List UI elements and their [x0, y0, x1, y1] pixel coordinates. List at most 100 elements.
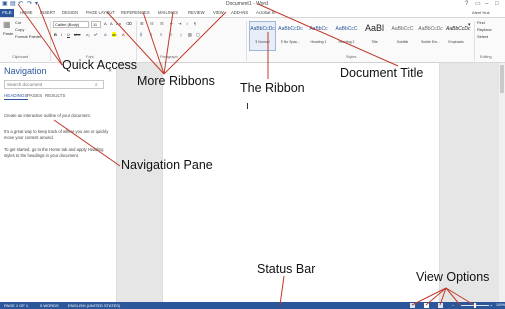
- print-layout-icon[interactable]: [424, 303, 429, 308]
- increase-indent-icon[interactable]: ⇥: [178, 21, 181, 26]
- align-right-icon[interactable]: ≡: [160, 32, 162, 37]
- ribbon-display-options-icon[interactable]: ▭: [475, 0, 481, 8]
- read-mode-icon[interactable]: [410, 303, 415, 308]
- vertical-scrollbar[interactable]: [499, 63, 505, 302]
- bold-icon[interactable]: B: [54, 32, 57, 37]
- help-button[interactable]: ?: [465, 0, 468, 8]
- tab-references[interactable]: REFERENCES: [121, 9, 150, 17]
- paste-icon[interactable]: ▦: [3, 20, 11, 29]
- subscript-icon[interactable]: x₂: [86, 32, 90, 37]
- shading-icon[interactable]: ▨: [188, 32, 192, 37]
- tab-page-layout[interactable]: PAGE LAYOUT: [86, 9, 115, 17]
- styles-more-icon[interactable]: ▾: [468, 23, 471, 28]
- annotation-more-ribbons: More Ribbons: [137, 74, 215, 88]
- sort-icon[interactable]: ↕: [186, 21, 188, 26]
- style-no-spacing[interactable]: AaBbCcDc ¶ No Spac...: [277, 21, 304, 51]
- italic-icon[interactable]: I: [61, 32, 62, 37]
- tab-insert[interactable]: INSERT: [40, 9, 55, 17]
- select-button[interactable]: Select: [477, 34, 488, 39]
- tab-results[interactable]: RESULTS: [45, 93, 65, 99]
- multilevel-list-icon[interactable]: ☶: [160, 21, 164, 26]
- style-subtitle[interactable]: AaBbCcC Subtitle: [389, 21, 416, 51]
- style-title[interactable]: AaBl Title: [361, 21, 388, 51]
- find-button[interactable]: Find: [477, 20, 485, 25]
- line-spacing-icon[interactable]: ↨: [180, 32, 182, 37]
- ribbon: ▦ Paste Cut Copy Format Painter Clipboar…: [0, 17, 505, 63]
- clear-formatting-icon[interactable]: ⌫: [126, 21, 132, 26]
- align-center-icon[interactable]: ≡: [150, 32, 152, 37]
- decrease-indent-icon[interactable]: ⇤: [170, 21, 173, 26]
- font-color-icon[interactable]: A: [122, 32, 125, 37]
- style-heading-1[interactable]: AaBbCc Heading 1: [305, 21, 332, 51]
- font-size-select[interactable]: 11: [91, 21, 101, 28]
- style-name: Heading 1: [310, 40, 327, 44]
- cut-button[interactable]: Cut: [15, 20, 21, 25]
- tab-view[interactable]: VIEW: [213, 9, 224, 17]
- strikethrough-icon[interactable]: abc: [74, 32, 80, 37]
- editing-group-label: Editing: [480, 55, 492, 59]
- borders-icon[interactable]: ▢: [196, 32, 200, 37]
- tab-headings[interactable]: HEADINGS: [4, 93, 28, 100]
- customize-quick-access-icon[interactable]: ▾: [35, 1, 38, 8]
- clipboard-group-label: Clipboard: [12, 55, 29, 59]
- tab-add-ins[interactable]: ADD-INS: [231, 9, 248, 17]
- underline-icon[interactable]: U: [67, 32, 70, 37]
- show-formatting-icon[interactable]: ¶: [194, 21, 196, 26]
- tab-file[interactable]: FILE: [0, 9, 14, 17]
- style-subtle-emphasis[interactable]: AaBbCcDc Subtle Em...: [417, 21, 444, 51]
- tab-acrobat[interactable]: Acrobat XI: [256, 9, 276, 17]
- style-name: Subtle Em...: [420, 40, 441, 44]
- highlight-icon[interactable]: ab: [112, 32, 117, 37]
- language-indicator[interactable]: ENGLISH (UNITED STATES): [68, 302, 120, 309]
- replace-button[interactable]: Replace: [477, 27, 492, 32]
- copy-button[interactable]: Copy: [15, 27, 24, 32]
- style-heading-2[interactable]: AaBbCcC Heading 2: [333, 21, 360, 51]
- numbering-icon[interactable]: ☷: [150, 21, 154, 26]
- tab-design[interactable]: DESIGN: [62, 9, 78, 17]
- style-preview: AaBbCcC: [335, 26, 358, 32]
- save-icon[interactable]: ▤: [10, 1, 16, 8]
- page-count[interactable]: PAGE 1 OF 1: [4, 302, 28, 309]
- nav-search-input[interactable]: Search document: [4, 80, 104, 89]
- paragraph-group-label: Paragraph: [160, 55, 178, 59]
- user-account[interactable]: Afeef Huk: [472, 9, 490, 17]
- style-normal[interactable]: AaBbCcDc ¶ Normal: [249, 21, 276, 51]
- text-effects-icon[interactable]: A: [104, 32, 107, 37]
- zoom-slider-knob[interactable]: [474, 303, 476, 308]
- shrink-font-icon[interactable]: A: [110, 21, 113, 26]
- text-cursor: [247, 103, 248, 109]
- tab-review[interactable]: REVIEW: [188, 9, 205, 17]
- scroll-thumb[interactable]: [500, 65, 504, 93]
- search-icon[interactable]: ⌕: [95, 82, 98, 88]
- zoom-in-button[interactable]: +: [490, 302, 492, 309]
- annotation-status-bar: Status Bar: [257, 262, 316, 276]
- nav-help-text: Create an interactive outline of your do…: [4, 113, 91, 118]
- restore-button[interactable]: □: [495, 0, 499, 8]
- change-case-icon[interactable]: Aa: [116, 21, 121, 26]
- tab-mailings[interactable]: MAILINGS: [158, 9, 178, 17]
- style-emphasis[interactable]: AaBbCcDc Emphasis: [445, 21, 470, 51]
- bullets-icon[interactable]: ☰: [140, 21, 144, 26]
- undo-icon[interactable]: ↶: [18, 1, 23, 8]
- font-name-select[interactable]: Calibri (Body): [53, 21, 89, 28]
- justify-icon[interactable]: ≡: [170, 32, 172, 37]
- format-painter-button[interactable]: Format Painter: [15, 34, 41, 39]
- minimize-button[interactable]: –: [485, 0, 488, 8]
- document-title: Document1 - Word: [226, 1, 268, 7]
- nav-help-text: It's a great way to keep track of where …: [4, 129, 109, 140]
- superscript-icon[interactable]: x²: [94, 32, 97, 37]
- style-name: Subtitle: [396, 40, 409, 44]
- zoom-slider[interactable]: [461, 303, 489, 308]
- redo-icon[interactable]: ↷: [27, 1, 32, 8]
- style-name: ¶ Normal: [255, 40, 270, 44]
- zoom-out-button[interactable]: −: [452, 302, 454, 309]
- paste-button[interactable]: Paste: [3, 31, 13, 36]
- tab-home[interactable]: HOME: [20, 9, 33, 17]
- align-left-icon[interactable]: ≡: [140, 32, 143, 37]
- ribbon-tabs: FILE HOME INSERT DESIGN PAGE LAYOUT REFE…: [0, 9, 505, 17]
- zoom-level[interactable]: 100%: [496, 302, 505, 309]
- web-layout-icon[interactable]: [438, 303, 443, 308]
- word-count[interactable]: 0 WORDS: [40, 302, 59, 309]
- grow-font-icon[interactable]: A: [104, 21, 107, 26]
- tab-pages[interactable]: PAGES: [27, 93, 42, 99]
